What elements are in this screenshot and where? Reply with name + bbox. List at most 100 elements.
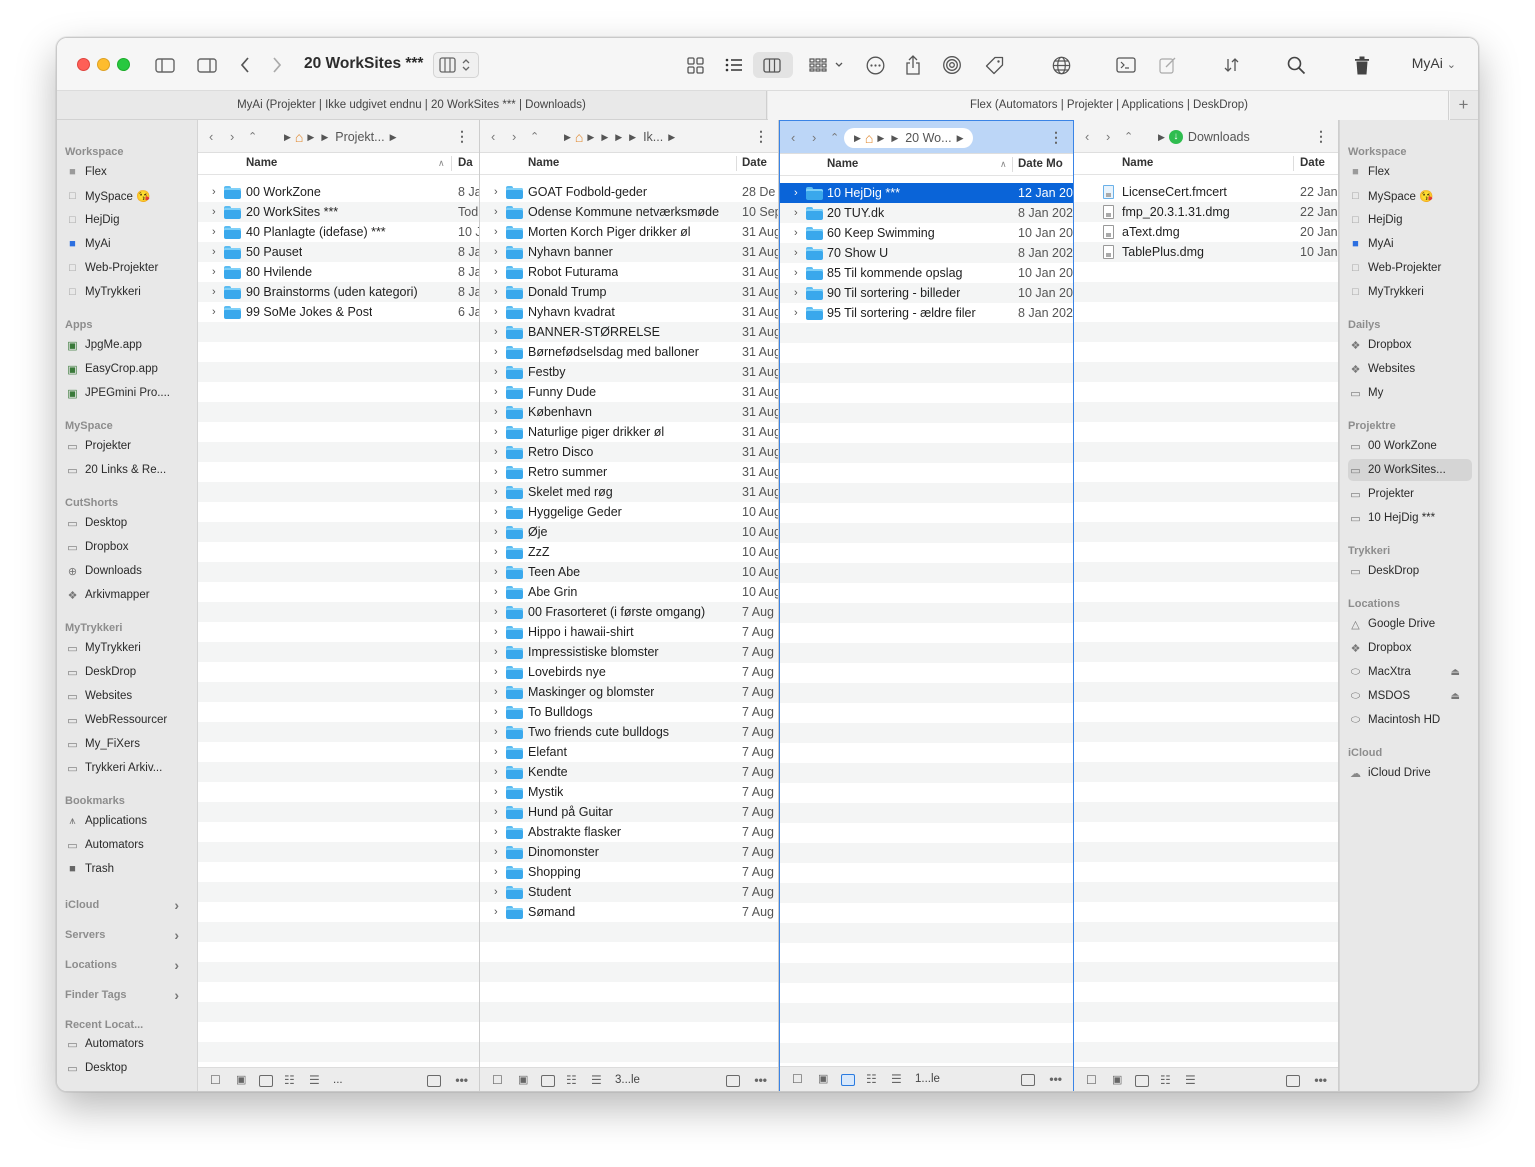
sidebar-item[interactable]: ⬭ MacXtra ⏏ — [1348, 661, 1472, 683]
sidebar-item[interactable]: □ Web-Projekter — [1348, 257, 1472, 279]
eject-icon[interactable]: ⏏ — [1451, 667, 1460, 678]
table-row[interactable]: › Kendte 7 Aug — [480, 762, 778, 782]
table-row[interactable]: › 20 TUY.dk 8 Jan 202 — [780, 203, 1073, 223]
disclosure-chevron-icon[interactable]: › — [494, 186, 498, 198]
pane-up-icon[interactable]: ⌃ — [830, 131, 839, 144]
name-column-header[interactable]: Name — [528, 157, 559, 169]
sidebar-item[interactable]: ⊕ Downloads — [65, 560, 189, 582]
disclosure-chevron-icon[interactable]: › — [494, 406, 498, 418]
left-sidebar-toggle-icon[interactable] — [152, 52, 178, 78]
disclosure-chevron-icon[interactable]: › — [494, 866, 498, 878]
table-row[interactable]: › ZzZ 10 Aug — [480, 542, 778, 562]
disclosure-chevron-icon[interactable]: › — [494, 366, 498, 378]
sidebar-item[interactable]: ▭ Dropbox — [65, 536, 189, 558]
disclosure-chevron-icon[interactable]: › — [212, 266, 216, 278]
sidebar-item[interactable]: □ HejDig — [1348, 209, 1472, 231]
table-row[interactable]: › Odense Kommune netværksmøde 10 Sep — [480, 202, 778, 222]
table-row[interactable]: › Børnefødselsdag med balloner 31 Aug — [480, 342, 778, 362]
sidebar-item[interactable]: ■ Trash — [65, 858, 189, 880]
table-row[interactable]: › København 31 Aug — [480, 402, 778, 422]
sidebar-item[interactable]: ▭ 10 HejDig *** — [1348, 507, 1472, 529]
pane-forward-icon[interactable]: › — [1106, 129, 1110, 144]
disclosure-chevron-icon[interactable]: › — [494, 246, 498, 258]
table-row[interactable]: › Impressistiske blomster 7 Aug — [480, 642, 778, 662]
disclosure-chevron-icon[interactable]: › — [494, 206, 498, 218]
disclosure-chevron-icon[interactable]: › — [494, 906, 498, 918]
sort-order-icon[interactable] — [1220, 52, 1244, 78]
sidebar-item[interactable]: △ Google Drive — [1348, 613, 1472, 635]
table-row[interactable]: LicenseCert.fmcert 22 Jan — [1074, 182, 1338, 202]
pane-back-icon[interactable]: ‹ — [1085, 129, 1089, 144]
disclosure-chevron-icon[interactable]: › — [494, 566, 498, 578]
disclosure-chevron-icon[interactable]: › — [494, 666, 498, 678]
book-icon[interactable]: ☷ — [566, 1073, 577, 1087]
sidebar-item[interactable]: ▭ My — [1348, 382, 1472, 404]
table-row[interactable]: › Funny Dude 31 Aug — [480, 382, 778, 402]
disclosure-chevron-icon[interactable]: › — [212, 226, 216, 238]
share-icon[interactable] — [901, 52, 925, 78]
sidebar-collapsed-section[interactable]: iCloud › — [65, 894, 189, 916]
column-divider[interactable] — [1012, 157, 1013, 172]
disclosure-chevron-icon[interactable]: › — [494, 446, 498, 458]
table-row[interactable]: › Robot Futurama 31 Aug — [480, 262, 778, 282]
sidebar-item[interactable]: ■ Flex — [65, 161, 189, 183]
sidebar-item[interactable]: ▣ JPEGmini Pro.... — [65, 382, 189, 404]
table-row[interactable]: › Abe Grin 10 Aug — [480, 582, 778, 602]
sidebar-item[interactable]: ▭ Automators — [65, 1033, 189, 1055]
table-row[interactable]: › 10 HejDig *** 12 Jan 20 — [780, 183, 1073, 203]
more-icon[interactable]: ••• — [1049, 1072, 1062, 1086]
disclosure-chevron-icon[interactable]: › — [494, 886, 498, 898]
table-row[interactable]: › 00 WorkZone 8 Ja — [198, 182, 479, 202]
disclosure-chevron-icon[interactable]: › — [794, 247, 798, 259]
disclosure-chevron-icon[interactable]: › — [794, 227, 798, 239]
table-row[interactable]: › Two friends cute bulldogs 7 Aug — [480, 722, 778, 742]
disclosure-chevron-icon[interactable]: › — [212, 206, 216, 218]
disclosure-chevron-icon[interactable]: › — [494, 326, 498, 338]
sidebar-item[interactable]: □ MySpace 😘 — [1348, 185, 1472, 207]
table-row[interactable]: › 99 SoMe Jokes & Post 6 Ja — [198, 302, 479, 322]
table-row[interactable]: › 90 Til sortering - billeder 10 Jan 20 — [780, 283, 1073, 303]
disclosure-chevron-icon[interactable]: › — [494, 686, 498, 698]
sidebar-item[interactable]: □ MyTrykkeri — [65, 281, 189, 303]
table-row[interactable]: › Dinomonster 7 Aug — [480, 842, 778, 862]
table-row[interactable]: › Abstrakte flasker 7 Aug — [480, 822, 778, 842]
close-window-button[interactable] — [77, 58, 90, 71]
book-icon[interactable]: ☷ — [1160, 1073, 1171, 1087]
sidebar-item[interactable]: ▭ Desktop — [65, 512, 189, 534]
new-tab-plus-icon[interactable]: + — [1448, 91, 1478, 120]
disclosure-chevron-icon[interactable]: › — [494, 386, 498, 398]
table-row[interactable]: › Morten Korch Piger drikker øl 31 Aug — [480, 222, 778, 242]
disclosure-chevron-icon[interactable]: › — [494, 266, 498, 278]
tab-flex[interactable]: Flex (Automators | Projekter | Applicati… — [768, 91, 1450, 120]
sidebar-collapsed-section[interactable]: Servers › — [65, 924, 189, 946]
table-row[interactable]: aText.dmg 20 Jan — [1074, 222, 1338, 242]
book-icon[interactable]: ☷ — [284, 1073, 295, 1087]
new-folder-icon[interactable]: ☐ — [1086, 1073, 1097, 1087]
disclosure-chevron-icon[interactable]: › — [494, 766, 498, 778]
name-column-header[interactable]: Name — [827, 158, 858, 170]
eject-icon[interactable]: ⏏ — [1451, 691, 1460, 702]
new-folder-icon[interactable]: ☐ — [792, 1072, 803, 1086]
table-row[interactable]: › 70 Show U 8 Jan 202 — [780, 243, 1073, 263]
name-column-header[interactable]: Name — [246, 157, 277, 169]
table-row[interactable]: fmp_20.3.1.31.dmg 22 Jan — [1074, 202, 1338, 222]
table-row[interactable]: › 20 WorkSites *** Tod — [198, 202, 479, 222]
column-divider[interactable] — [736, 156, 737, 171]
table-row[interactable]: › Hippo i hawaii-shirt 7 Aug — [480, 622, 778, 642]
pane-menu-icon[interactable]: ⋮ — [1314, 128, 1328, 145]
new-folder-icon[interactable]: ☐ — [210, 1073, 221, 1087]
minimize-window-button[interactable] — [97, 58, 110, 71]
disclosure-chevron-icon[interactable]: › — [494, 826, 498, 838]
split-view-icon[interactable] — [427, 1075, 441, 1087]
disclosure-chevron-icon[interactable]: › — [494, 726, 498, 738]
tab-myai[interactable]: MyAi (Projekter | Ikke udgivet endnu | 2… — [57, 91, 767, 120]
sidebar-item[interactable]: ▭ DeskDrop — [65, 661, 189, 683]
disclosure-chevron-icon[interactable]: › — [494, 306, 498, 318]
table-row[interactable]: › Student 7 Aug — [480, 882, 778, 902]
sidebar-item[interactable]: □ HejDig — [65, 209, 189, 231]
disclosure-chevron-icon[interactable]: › — [494, 626, 498, 638]
table-row[interactable]: › Nyhavn kvadrat 31 Aug — [480, 302, 778, 322]
table-row[interactable]: › 50 Pauset 8 Ja — [198, 242, 479, 262]
workspace-menu[interactable]: MyAi ⌄ — [1412, 55, 1456, 71]
pane-back-icon[interactable]: ‹ — [209, 129, 213, 144]
